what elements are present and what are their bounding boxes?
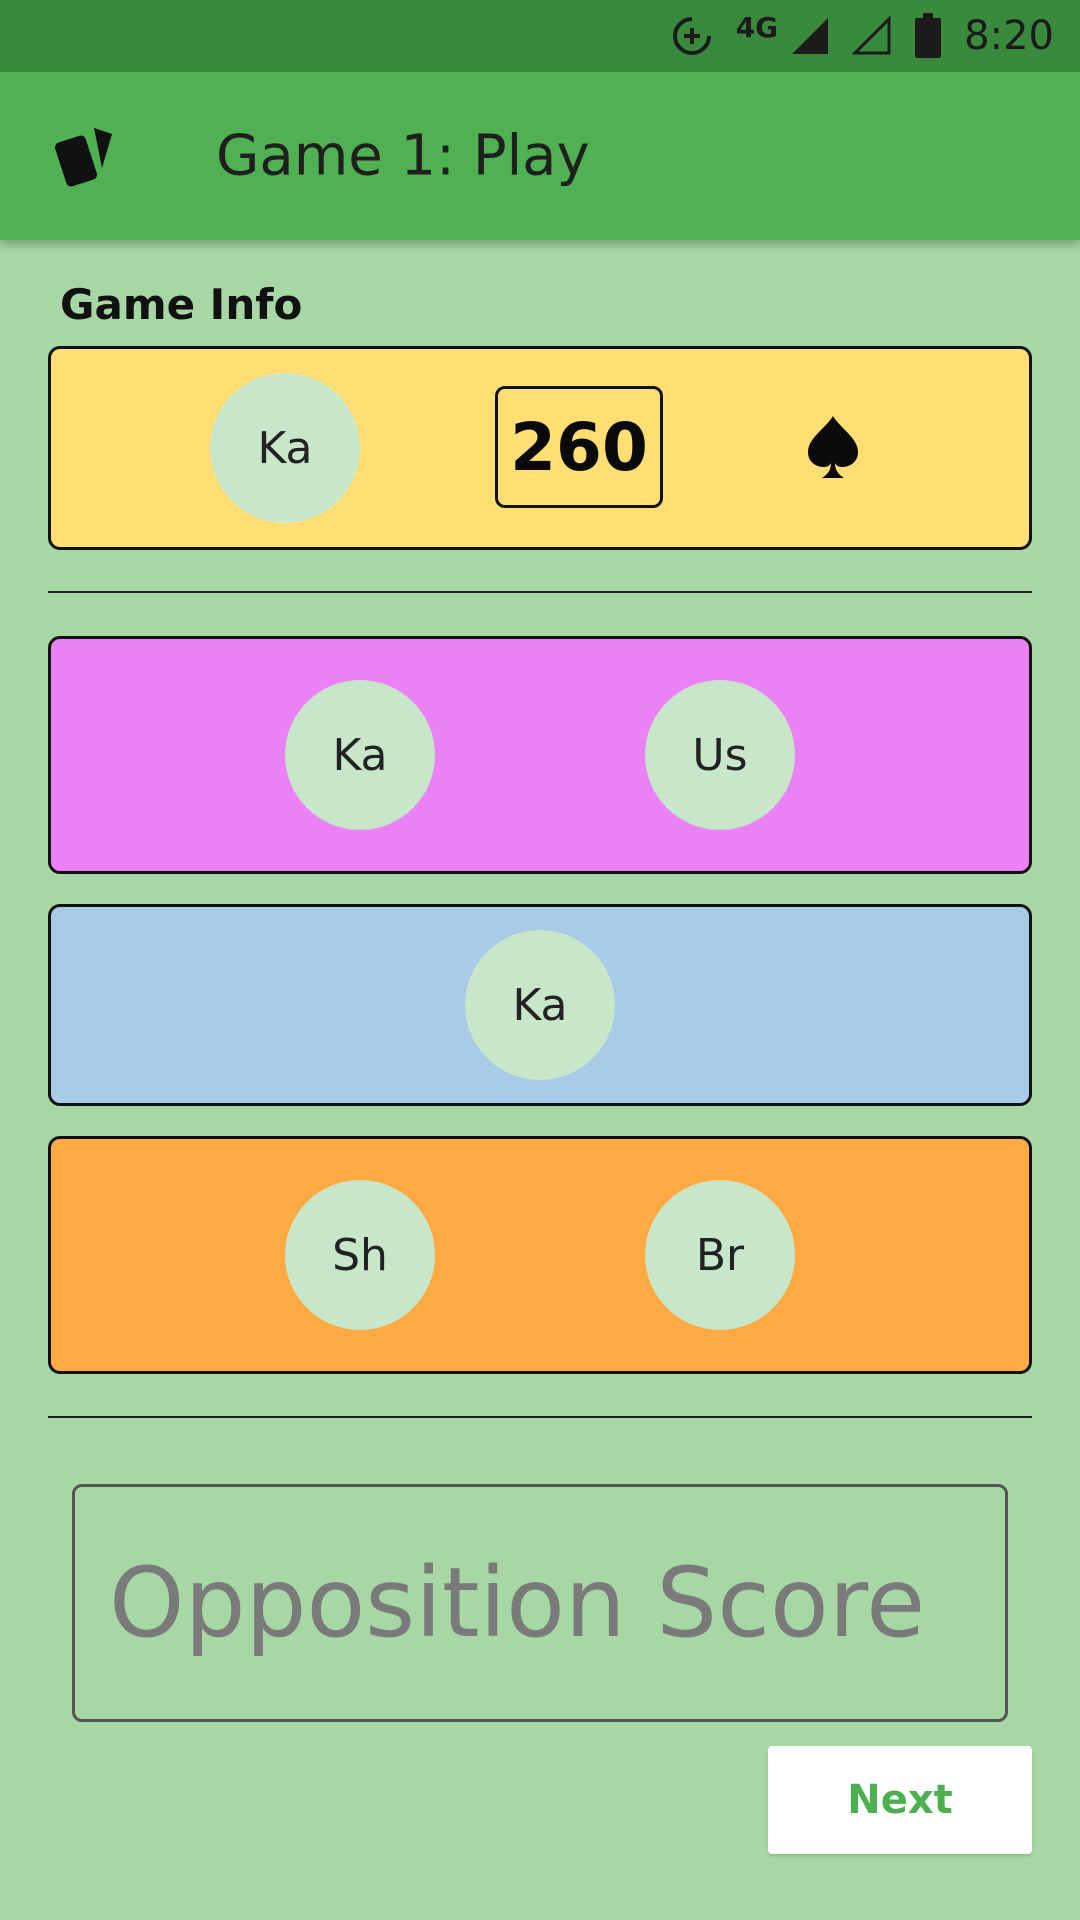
network-type-label: 4G — [735, 10, 779, 44]
cards-icon — [50, 124, 120, 188]
data-saver-icon — [670, 14, 714, 58]
page-title: Game 1: Play — [216, 123, 590, 189]
clock: 8:20 — [964, 13, 1054, 59]
player-avatar[interactable]: Br — [645, 1180, 795, 1330]
status-bar: 4G 8:20 — [0, 0, 1080, 72]
divider — [48, 1416, 1032, 1418]
next-button[interactable]: Next — [768, 1746, 1032, 1854]
game-info-label: Game Info — [60, 280, 303, 329]
battery-icon — [914, 13, 942, 59]
signal-empty-icon — [852, 16, 892, 56]
player-avatar[interactable]: Us — [645, 680, 795, 830]
signal-icon — [790, 16, 830, 56]
team-card — [48, 1136, 1032, 1374]
player-avatar[interactable]: Ka — [285, 680, 435, 830]
player-avatar[interactable]: Ka — [465, 930, 615, 1080]
bid-amount: 260 — [495, 386, 663, 508]
divider — [48, 591, 1032, 593]
opposition-score-input[interactable] — [72, 1484, 1008, 1722]
bidder-avatar[interactable]: Ka — [210, 373, 360, 523]
app-bar: Game 1: Play — [0, 72, 1080, 240]
player-avatar[interactable]: Sh — [285, 1180, 435, 1330]
team-card — [48, 636, 1032, 874]
spade-icon — [806, 414, 860, 480]
